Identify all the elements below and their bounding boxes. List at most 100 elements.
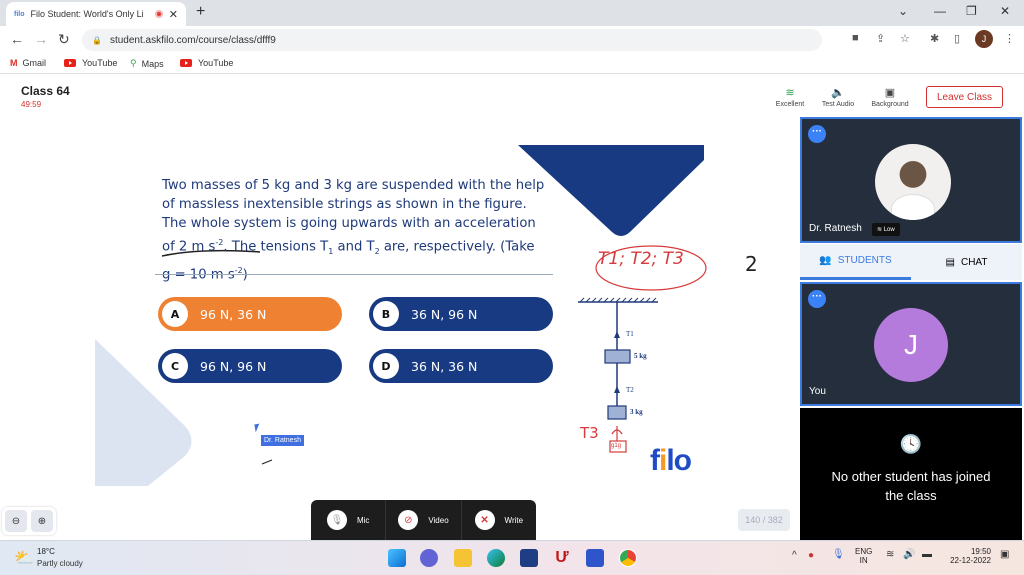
forward-icon[interactable]: → <box>34 31 48 47</box>
self-avatar: J <box>874 308 948 382</box>
start-icon[interactable] <box>388 549 406 567</box>
zoom-in-icon[interactable]: ⊕ <box>31 510 53 532</box>
more-options-icon[interactable]: ··· <box>808 125 826 143</box>
teacher-name: Dr. Ratnesh <box>809 223 862 234</box>
chat-icon: ▤ <box>945 256 955 268</box>
clock-icon: 🕓 <box>899 434 923 454</box>
t1-arrow <box>614 331 620 338</box>
wifi-icon: ≋ <box>785 87 795 99</box>
annotation-tensions: T1; T2; T3 <box>598 249 684 269</box>
tray-app-icon[interactable]: ● <box>808 550 814 561</box>
side-panel-icon[interactable]: ▯ <box>954 32 960 45</box>
background-icon: ▣ <box>884 87 896 99</box>
mcafee-icon[interactable]: Ư <box>553 549 571 567</box>
page-counter: 140 / 382 <box>738 509 790 531</box>
mass-5kg <box>604 349 631 364</box>
signal-badge: ≋ Low <box>872 223 900 236</box>
question-divider <box>155 274 553 275</box>
maps-icon: ⚲ <box>130 58 137 68</box>
empty-message: No other student has joined the class <box>831 469 991 503</box>
bookmark-gmail[interactable]: M Gmail <box>10 58 46 68</box>
edge-icon[interactable] <box>487 549 505 567</box>
restore-icon[interactable]: ❐ <box>966 4 977 18</box>
tab-title: Filo Student: World's Only Li <box>30 9 144 19</box>
tab-students[interactable]: 👥 STUDENTS <box>800 244 911 280</box>
bookmark-youtube-2[interactable]: YouTube <box>180 58 233 68</box>
students-icon: 👥 <box>819 255 832 266</box>
option-d[interactable]: D 36 N, 36 N <box>369 349 553 383</box>
question-text: Two masses of 5 kg and 3 kg are suspende… <box>162 178 545 282</box>
annotation-stroke <box>261 459 273 465</box>
tab-chat[interactable]: ▤ CHAT <box>911 244 1022 280</box>
teams-chat-icon[interactable] <box>420 549 438 567</box>
language-indicator[interactable]: ENG IN <box>855 547 872 565</box>
wifi-tray-icon[interactable]: ≋ <box>886 549 894 560</box>
app-icon[interactable] <box>586 549 604 567</box>
label-5kg: 5 kg <box>634 352 647 360</box>
write-off-icon: ✕ <box>474 510 495 530</box>
mic-button[interactable]: 🎙 Mic <box>311 500 387 540</box>
test-audio-button[interactable]: 🔈 Test Audio <box>813 86 863 108</box>
camera-icon[interactable]: ■ <box>852 32 859 44</box>
notification-icon[interactable]: ▣ <box>1000 549 1009 560</box>
back-icon[interactable]: ← <box>10 31 24 47</box>
taskbar: ⛅ 18°C Partly cloudy Ư ^ ● 🎙 ENG IN ≋ 🔊 … <box>0 540 1024 575</box>
tab-search-icon[interactable]: ⌄ <box>898 4 908 18</box>
weather-desc: Partly cloudy <box>37 559 83 568</box>
mass-3kg <box>607 405 627 420</box>
profile-avatar[interactable]: J <box>975 30 993 48</box>
self-name: You <box>809 386 826 397</box>
reload-icon[interactable]: ↻ <box>58 31 70 48</box>
empty-students: 🕓 No other student has joined the class <box>800 408 1022 540</box>
panel-tabs: 👥 STUDENTS ▤ CHAT <box>800 244 1022 280</box>
minimize-icon[interactable]: — <box>934 4 946 18</box>
write-button[interactable]: ✕ Write <box>462 500 536 540</box>
tray-mic-icon[interactable]: 🎙 <box>832 549 845 560</box>
annotation-weight: g1g <box>611 443 622 449</box>
annotation-number: 2 <box>745 252 758 276</box>
option-b[interactable]: B 36 N, 96 N <box>369 297 553 331</box>
share-icon[interactable]: ⇪ <box>876 32 885 45</box>
option-c[interactable]: C 96 N, 96 N <box>158 349 342 383</box>
bookmark-youtube[interactable]: YouTube <box>64 58 117 68</box>
close-tab-icon[interactable]: ✕ <box>169 8 178 21</box>
background-button[interactable]: ▣ Background <box>865 86 915 108</box>
browser-tab[interactable]: filo Filo Student: World's Only Li ✕ <box>6 2 186 26</box>
self-video-tile: ··· J You <box>800 282 1022 406</box>
class-title: Class 64 <box>21 84 70 98</box>
lock-icon: 🔒 <box>92 35 102 45</box>
new-tab-button[interactable]: + <box>196 3 205 21</box>
network-status: ≋ Excellent <box>765 86 815 108</box>
bookmark-maps[interactable]: ⚲ Maps <box>130 58 164 69</box>
zoom-out-icon[interactable]: ⊖ <box>5 510 27 532</box>
extensions-icon[interactable]: ✱ <box>930 32 939 45</box>
video-button[interactable]: ⊘ Video <box>386 500 462 540</box>
label-t1: T1 <box>626 330 634 338</box>
media-controls: 🎙 Mic ⊘ Video ✕ Write <box>311 500 536 540</box>
t2-arrow <box>614 386 620 393</box>
bookmark-star-icon[interactable]: ☆ <box>900 32 910 45</box>
clock[interactable]: 19:50 22-12-2022 <box>945 547 991 565</box>
filo-favicon: filo <box>14 10 25 18</box>
more-options-icon[interactable]: ··· <box>808 290 826 308</box>
chrome-icon[interactable] <box>619 549 637 567</box>
gmail-icon: M <box>10 58 18 68</box>
store-icon[interactable] <box>520 549 538 567</box>
weather-icon[interactable]: ⛅ <box>14 548 34 568</box>
tray-expand-icon[interactable]: ^ <box>792 550 797 561</box>
menu-icon[interactable]: ⋮ <box>1004 32 1015 45</box>
annotation-t3: T3 <box>580 424 599 442</box>
teacher-video-tile: ··· Dr. Ratnesh ≋ Low <box>800 117 1022 243</box>
teacher-avatar <box>875 144 951 220</box>
url-field[interactable]: 🔒 student.askfilo.com/course/class/dfff9 <box>82 29 822 51</box>
recording-icon <box>154 10 163 18</box>
volume-icon[interactable]: 🔊 <box>903 549 915 560</box>
zoom-controls: ⊖ ⊕ <box>2 507 56 535</box>
file-explorer-icon[interactable] <box>454 549 472 567</box>
close-window-icon[interactable]: ✕ <box>1000 4 1010 18</box>
battery-icon[interactable]: ▬ <box>922 549 932 560</box>
address-bar: ← → ↻ 🔒 student.askfilo.com/course/class… <box>0 26 1024 54</box>
option-a[interactable]: A 96 N, 36 N <box>158 297 342 331</box>
url-text: student.askfilo.com/course/class/dfff9 <box>109 34 276 46</box>
leave-class-button[interactable]: Leave Class <box>926 86 1003 108</box>
